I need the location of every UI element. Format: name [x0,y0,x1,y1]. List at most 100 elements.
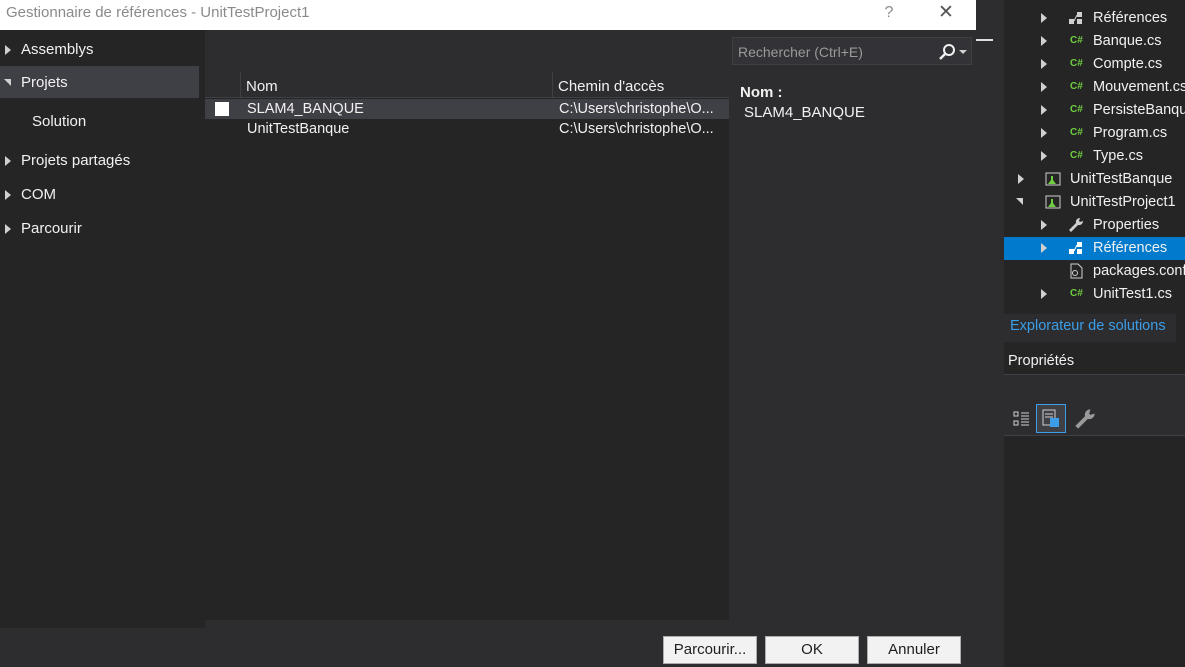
expand-arrow-icon[interactable] [1041,36,1047,46]
wrench-icon [1069,217,1084,232]
tree-item-references-selected[interactable]: Références [1004,237,1185,260]
nav-item-label: Parcourir [21,220,82,237]
browse-button[interactable]: Parcourir... [663,636,757,664]
references-icon [1069,12,1082,24]
close-button[interactable]: ✕ [932,1,960,27]
tree-item-label: PersisteBanque.cs [1093,102,1185,118]
nav-item-label: Projets [21,74,68,91]
wrench-icon[interactable] [1074,408,1096,430]
csharp-file-icon: C# [1070,288,1083,299]
tree-item-packages-config[interactable]: packages.config [1004,260,1185,283]
scroll-marker [976,39,993,41]
config-file-icon [1070,263,1083,279]
references-icon [1069,242,1082,254]
search-box[interactable]: Rechercher (Ctrl+E) [732,37,972,65]
tree-item-label: Références [1093,240,1168,256]
nav-item-projets[interactable]: Projets [0,66,199,98]
dialog-titlebar: Gestionnaire de références - UnitTestPro… [0,0,976,30]
expand-arrow-icon[interactable] [5,190,11,200]
collapse-arrow-icon[interactable] [1016,198,1023,205]
tab-strip-edge [1176,314,1185,342]
expand-arrow-icon[interactable] [1041,13,1047,23]
table-row[interactable]: UnitTestBanque C:\Users\christophe\O... [205,119,729,139]
nav-item-projets-partages[interactable]: Projets partagés [0,144,199,176]
tree-item-banque-cs[interactable]: C# Banque.cs [1004,30,1185,53]
tree-item-persistebanque-cs[interactable]: C# PersisteBanque.cs [1004,99,1185,122]
nav-item-label: COM [21,186,56,203]
collapse-arrow-icon[interactable] [4,79,11,86]
search-input[interactable]: Rechercher (Ctrl+E) [738,44,863,60]
tree-item-unittestproject1[interactable]: UnitTestProject1 [1004,191,1185,214]
expand-arrow-icon[interactable] [1041,128,1047,138]
nav-item-solution[interactable]: Solution [0,105,199,137]
expand-arrow-icon[interactable] [1041,243,1047,253]
row-path: C:\Users\christophe\O... [559,121,714,137]
csharp-file-icon: C# [1070,150,1083,161]
tree-item-compte-cs[interactable]: C# Compte.cs [1004,53,1185,76]
expand-arrow-icon[interactable] [1041,105,1047,115]
table-row[interactable]: SLAM4_BANQUE C:\Users\christophe\O... [205,99,729,119]
row-checkbox[interactable] [215,102,229,116]
tree-item-label: packages.config [1093,263,1185,279]
csharp-file-icon: C# [1070,127,1083,138]
tree-item-label: Program.cs [1093,125,1168,141]
list-header: Nom Chemin d'accès [205,72,729,98]
tree-item-label: Properties [1093,217,1160,233]
expand-arrow-icon[interactable] [1041,151,1047,161]
detail-name-value: SLAM4_BANQUE [744,104,865,121]
tree-item-program-cs[interactable]: C# Program.cs [1004,122,1185,145]
dialog-title: Gestionnaire de références - UnitTestPro… [6,4,310,21]
property-pages-icon[interactable] [1036,404,1066,433]
properties-grid [1004,436,1185,667]
expand-arrow-icon[interactable] [1041,220,1047,230]
tree-item-label: Type.cs [1093,148,1143,164]
search-icon[interactable] [938,43,956,61]
categorized-icon[interactable] [1012,409,1032,429]
csharp-file-icon: C# [1070,35,1083,46]
csharp-file-icon: C# [1070,58,1083,69]
expand-arrow-icon[interactable] [1018,174,1024,184]
tree-item-unittestbanque[interactable]: UnitTestBanque [1004,168,1185,191]
tab-solution-explorer-label[interactable]: Explorateur de solutions [1010,318,1166,334]
detail-name-label: Nom : [740,84,783,101]
column-header-path[interactable]: Chemin d'accès [558,78,664,95]
cancel-button[interactable]: Annuler [867,636,961,664]
nav-item-com[interactable]: COM [0,178,199,210]
search-options-dropdown-icon[interactable] [959,50,967,54]
expand-arrow-icon[interactable] [1041,82,1047,92]
project-list: Nom Chemin d'accès SLAM4_BANQUE C:\Users… [205,72,729,620]
column-separator[interactable] [552,72,553,98]
tree-item-label: UnitTest1.cs [1093,286,1172,302]
properties-object-selector[interactable] [1004,374,1185,403]
properties-toolbar [1004,403,1185,436]
tree-item-label: Références [1093,10,1168,26]
tree-item-label: Compte.cs [1093,56,1163,72]
tree-item-unittest1-cs[interactable]: C# UnitTest1.cs [1004,283,1185,306]
nav-item-assemblys[interactable]: Assemblys [0,33,199,65]
nav-item-label: Solution [32,113,87,130]
csharp-file-icon: C# [1070,104,1083,115]
help-button[interactable]: ? [878,2,900,26]
tree-item-references[interactable]: Références [1004,7,1185,30]
tree-item-type-cs[interactable]: C# Type.cs [1004,145,1185,168]
nav-item-label: Assemblys [21,41,94,58]
properties-title: Propriétés [1008,353,1075,369]
nav-item-parcourir[interactable]: Parcourir [0,212,199,244]
ok-button[interactable]: OK [765,636,859,664]
tree-item-mouvement-cs[interactable]: C# Mouvement.cs [1004,76,1185,99]
test-project-icon [1045,172,1061,186]
expand-arrow-icon[interactable] [1041,59,1047,69]
expand-arrow-icon[interactable] [5,224,11,234]
tree-item-label: Banque.cs [1093,33,1162,49]
column-separator [240,72,241,98]
csharp-file-icon: C# [1070,81,1083,92]
tree-item-label: Mouvement.cs [1093,79,1185,95]
expand-arrow-icon[interactable] [5,156,11,166]
row-name: UnitTestBanque [247,121,350,137]
tree-item-label: UnitTestBanque [1070,171,1173,187]
expand-arrow-icon[interactable] [1041,289,1047,299]
row-path: C:\Users\christophe\O... [559,101,714,117]
tree-item-properties[interactable]: Properties [1004,214,1185,237]
column-header-name[interactable]: Nom [246,78,278,95]
expand-arrow-icon[interactable] [5,45,11,55]
